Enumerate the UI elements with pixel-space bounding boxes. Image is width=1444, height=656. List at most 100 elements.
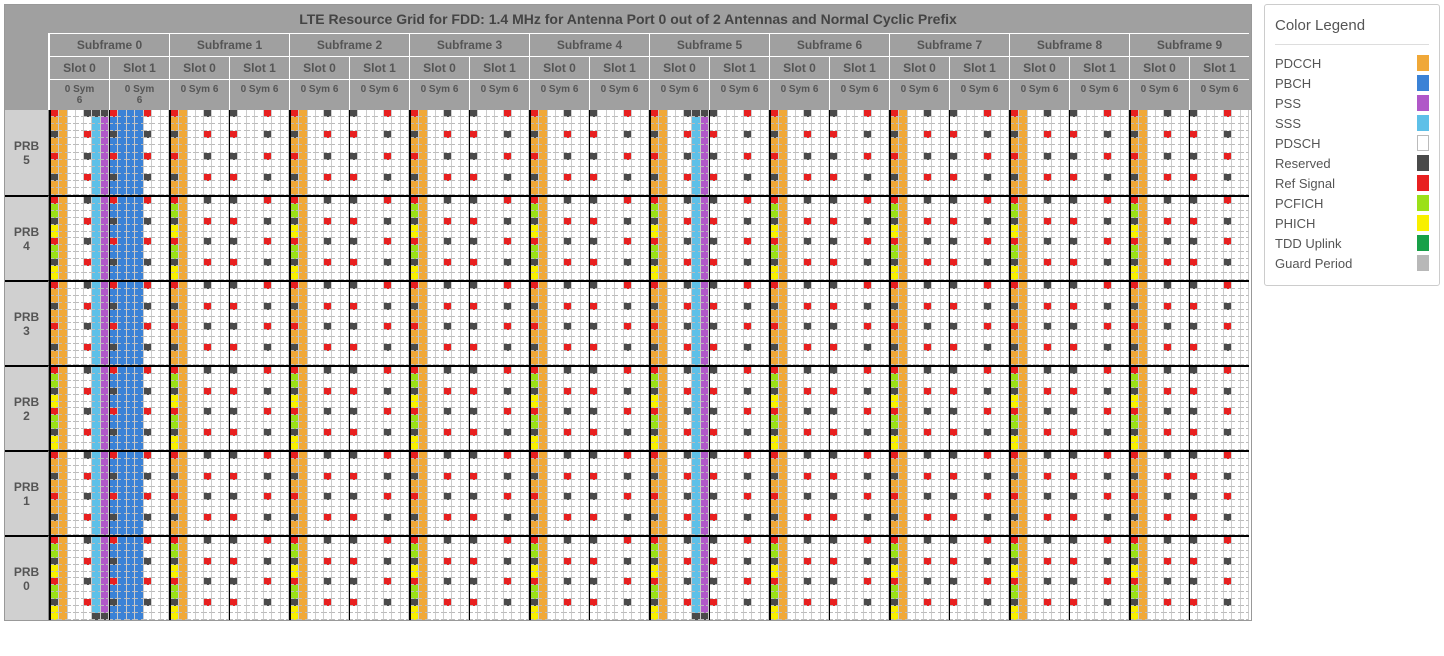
resource-element xyxy=(101,245,109,252)
resource-element xyxy=(161,188,169,195)
resource-element xyxy=(1019,197,1027,204)
resource-element xyxy=(872,330,880,337)
resource-element xyxy=(1207,153,1215,160)
resource-element xyxy=(950,110,958,117)
resource-element xyxy=(341,289,349,296)
resource-element xyxy=(872,181,880,188)
resource-element xyxy=(281,358,289,365)
resource-element xyxy=(718,188,726,195)
resource-element xyxy=(659,323,667,330)
resource-element xyxy=(1198,117,1206,124)
resource-element xyxy=(470,358,478,365)
resource-element xyxy=(76,330,84,337)
resource-element xyxy=(230,351,238,358)
resource-element xyxy=(110,351,118,358)
resource-element xyxy=(367,232,375,239)
resource-element xyxy=(375,245,383,252)
resource-element xyxy=(788,131,796,138)
resource-element xyxy=(1198,232,1206,239)
resource-element xyxy=(607,188,615,195)
resource-element xyxy=(701,204,709,211)
resource-element xyxy=(838,225,846,232)
resource-element xyxy=(908,167,916,174)
resource-element xyxy=(470,344,478,351)
resource-element xyxy=(847,344,855,351)
resource-element xyxy=(727,225,735,232)
resource-element xyxy=(470,197,478,204)
resource-element xyxy=(171,266,179,273)
resource-element xyxy=(401,317,409,324)
resource-element xyxy=(941,138,949,145)
resource-element xyxy=(924,225,932,232)
resource-element xyxy=(1139,252,1147,259)
resource-element xyxy=(590,273,598,280)
resource-element xyxy=(230,110,238,117)
resource-element xyxy=(1070,296,1078,303)
resource-element xyxy=(452,138,460,145)
resource-element xyxy=(659,110,667,117)
resource-element xyxy=(461,344,469,351)
resource-element xyxy=(804,131,812,138)
resource-element xyxy=(1078,266,1086,273)
resource-element xyxy=(891,330,899,337)
resource-element xyxy=(1095,131,1103,138)
resource-element xyxy=(1198,110,1206,117)
resource-element xyxy=(452,117,460,124)
resource-element xyxy=(710,296,718,303)
resource-element xyxy=(171,289,179,296)
resource-element xyxy=(504,181,512,188)
resource-element xyxy=(392,167,400,174)
resource-element xyxy=(572,330,580,337)
resource-element xyxy=(572,211,580,218)
resource-element xyxy=(1070,317,1078,324)
resource-element xyxy=(118,218,126,225)
resource-element xyxy=(461,351,469,358)
resource-element xyxy=(1207,160,1215,167)
resource-element xyxy=(641,238,649,245)
resource-element xyxy=(487,344,495,351)
resource-element xyxy=(470,273,478,280)
resource-element xyxy=(684,124,692,131)
resource-element xyxy=(478,351,486,358)
resource-element xyxy=(332,218,340,225)
resource-element xyxy=(1052,273,1060,280)
resource-element xyxy=(1095,289,1103,296)
resource-element xyxy=(428,317,436,324)
resource-element xyxy=(752,252,760,259)
resource-element xyxy=(632,204,640,211)
resource-element xyxy=(264,188,272,195)
resource-element xyxy=(92,153,100,160)
resource-element xyxy=(436,282,444,289)
resource-element xyxy=(1172,245,1180,252)
resource-element xyxy=(92,351,100,358)
resource-element xyxy=(1001,344,1009,351)
resource-element xyxy=(1190,273,1198,280)
resource-element xyxy=(59,211,67,218)
resource-element xyxy=(556,211,564,218)
resource-element xyxy=(539,197,547,204)
resource-element xyxy=(788,160,796,167)
resource-element xyxy=(1148,232,1156,239)
resource-element xyxy=(101,266,109,273)
resource-element xyxy=(411,124,419,131)
resource-element xyxy=(384,138,392,145)
resource-element xyxy=(495,138,503,145)
resource-element xyxy=(101,259,109,266)
resource-element xyxy=(718,245,726,252)
resource-element xyxy=(401,211,409,218)
resource-element xyxy=(84,358,92,365)
resource-element xyxy=(881,218,889,225)
resource-element xyxy=(916,358,924,365)
resource-element xyxy=(1104,310,1112,317)
resource-element xyxy=(992,266,1000,273)
resource-element xyxy=(615,273,623,280)
resource-element xyxy=(436,259,444,266)
resource-element xyxy=(127,310,135,317)
resource-element xyxy=(171,145,179,152)
resource-element xyxy=(487,351,495,358)
resource-element xyxy=(598,245,606,252)
resource-element xyxy=(958,282,966,289)
resource-element xyxy=(179,330,187,337)
resource-element xyxy=(624,238,632,245)
resource-element xyxy=(461,211,469,218)
